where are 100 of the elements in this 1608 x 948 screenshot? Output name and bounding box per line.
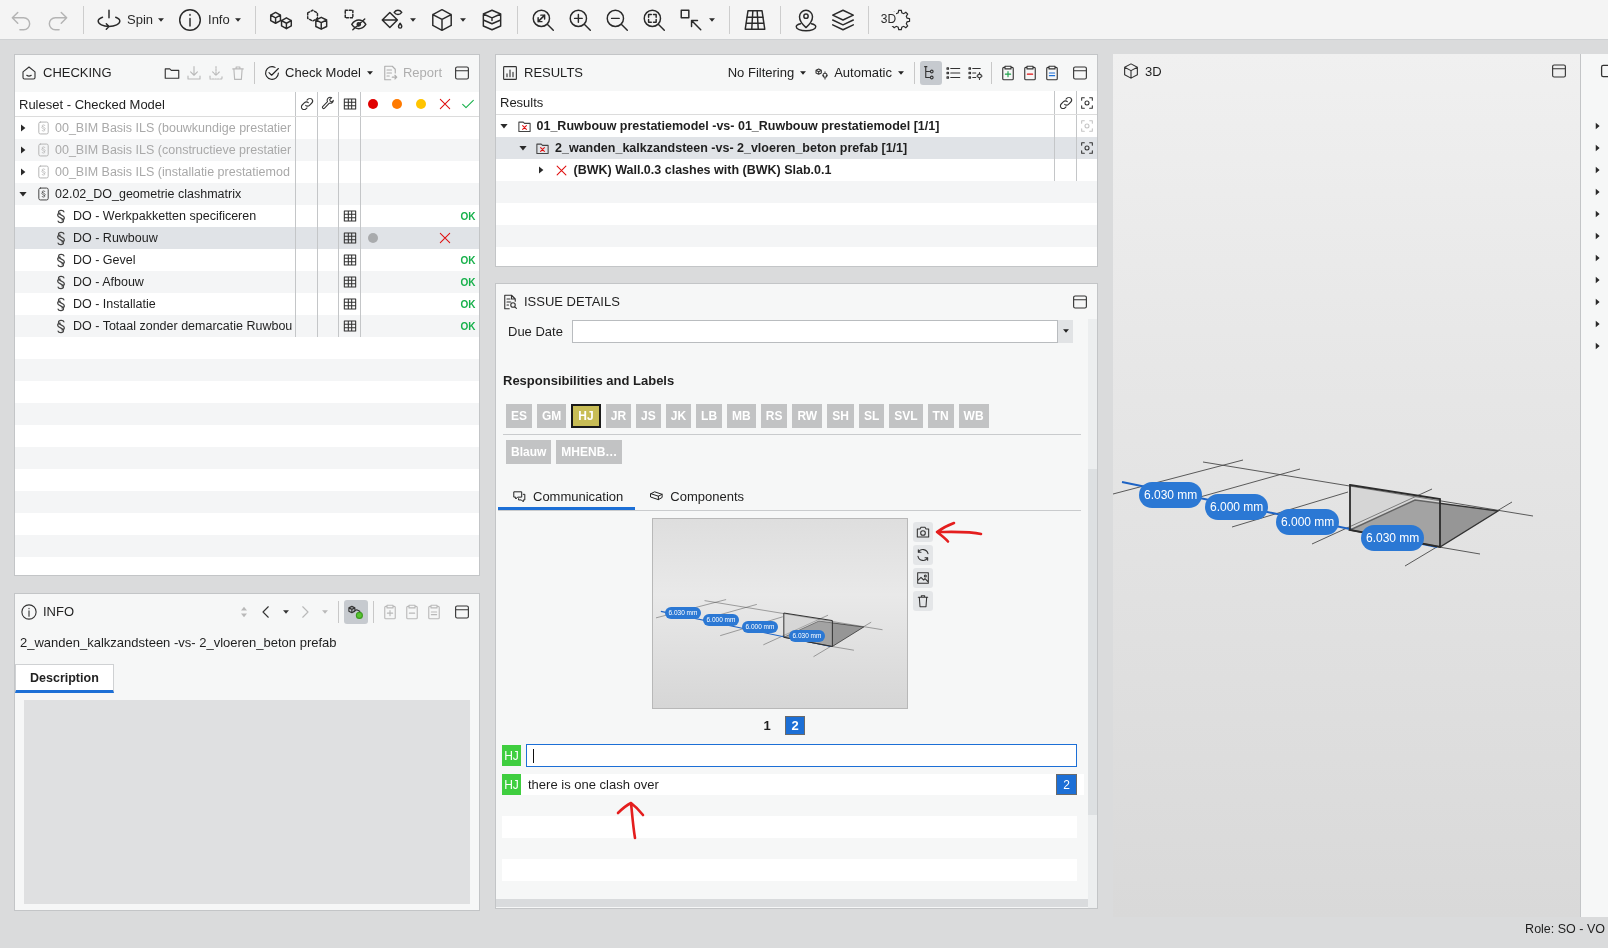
ruleset-name: 00_BIM Basis ILS (constructieve prestatier	[55, 143, 292, 157]
rule-row[interactable]: DO - Afbouw OK	[15, 271, 479, 293]
section-sign-icon	[56, 207, 66, 225]
measurement-label: 6.000 mm	[1205, 494, 1269, 520]
folder-cross-icon	[516, 118, 532, 134]
caret-icon[interactable]	[1594, 320, 1601, 328]
rule-name: DO - Ruwbouw	[73, 231, 158, 245]
ok-status: OK	[460, 210, 476, 222]
rule-name: DO - Afbouw	[73, 275, 144, 289]
dashed-download-icon	[207, 63, 226, 82]
section-sign-icon	[56, 273, 66, 291]
caret-icon[interactable]	[1594, 342, 1601, 350]
window-icon	[453, 602, 471, 621]
spin-button[interactable]: Spin	[93, 3, 170, 36]
caret-icon[interactable]	[1594, 188, 1601, 196]
rule-row[interactable]: DO - Ruwbouw	[15, 227, 479, 249]
result-group-row[interactable]: 2_wanden_kalkzandsteen -vs- 2_vloeren_beton prefab [1/1]	[496, 137, 1097, 159]
comment-input[interactable]	[526, 744, 1077, 767]
download-icon	[185, 63, 204, 82]
check-model-button[interactable]: Check Model	[260, 60, 378, 85]
table-icon[interactable]	[341, 318, 358, 334]
role-label: Role: SO - VO	[1525, 922, 1605, 936]
info-button[interactable]: Info	[174, 3, 246, 36]
page-reference[interactable]: 2	[1056, 774, 1077, 795]
user-initials: HJ	[502, 745, 521, 766]
image-button[interactable]	[912, 568, 933, 588]
communication-tab[interactable]: Communication	[498, 486, 636, 510]
due-date-field[interactable]	[572, 319, 1058, 343]
panel-title: INFO	[43, 604, 75, 619]
info-icon	[177, 6, 204, 33]
measurement-label: 6.030 mm	[1361, 525, 1425, 551]
result-name: 2_wanden_kalkzandsteen -vs- 2_vloeren_beton prefab [1/1]	[555, 141, 908, 155]
panel-title: 3D	[1145, 63, 1162, 79]
user-initials: HJ	[502, 774, 521, 795]
ok-status: OK	[460, 298, 476, 310]
components-tab[interactable]: Components	[635, 486, 757, 510]
table-icon[interactable]	[341, 274, 358, 290]
caret-icon[interactable]	[1594, 166, 1601, 174]
caret-icon[interactable]	[1594, 122, 1601, 130]
dropdown-button[interactable]	[1058, 319, 1073, 343]
vertical-scrollbar[interactable]	[1088, 319, 1097, 908]
caret-icon[interactable]	[1594, 276, 1601, 284]
result-name: (BWK) Wall.0.3 clashes with (BWK) Slab.0.1	[573, 163, 832, 177]
caret-icon[interactable]	[1594, 144, 1601, 152]
section-sign-icon	[56, 229, 66, 247]
table-icon[interactable]	[341, 296, 358, 312]
window-icon	[1071, 292, 1089, 311]
section-sign-icon	[56, 295, 66, 313]
caret-icon[interactable]	[1594, 298, 1601, 306]
show-in-model-button[interactable]	[344, 599, 368, 624]
image-icon	[914, 570, 931, 586]
caret-icon[interactable]	[1594, 210, 1601, 218]
delete-button[interactable]	[912, 591, 933, 611]
rule-name: DO - Werkpakketten specificeren	[73, 209, 257, 223]
clipboard-minus-icon	[1021, 63, 1039, 82]
page-button[interactable]: 1	[757, 716, 777, 735]
caret-icon[interactable]	[19, 190, 27, 198]
tree-view-button[interactable]	[920, 60, 942, 85]
comment-text: there is one clash over	[528, 777, 660, 792]
ruleset-name: 02.02_DO_geometrie clashmatrix	[55, 187, 242, 201]
camera-button[interactable]	[912, 522, 933, 542]
ruleset-icon	[36, 120, 51, 136]
due-date-label: Due Date	[508, 323, 564, 339]
folder-cross-icon	[535, 140, 550, 156]
chat-icon	[512, 489, 527, 504]
table-icon	[341, 96, 358, 112]
ruleset-icon	[36, 164, 51, 180]
mode-dropdown[interactable]: Automatic	[811, 60, 909, 85]
rule-name: DO - Totaal zonder demarcatie Ruwbou	[73, 319, 293, 333]
section-title: Responsibilities and Labels	[503, 372, 676, 389]
rule-row[interactable]: DO - Totaal zonder demarcatie Ruwbou OK	[15, 315, 479, 337]
refresh-button[interactable]	[912, 545, 933, 565]
caret-icon[interactable]	[1594, 232, 1601, 240]
clipboard-minus-icon	[403, 602, 421, 621]
cross-icon	[437, 96, 453, 112]
caret-icon[interactable]	[537, 166, 545, 174]
focus-button[interactable]	[1078, 139, 1096, 157]
table-icon[interactable]	[341, 208, 358, 224]
rule-name: DO - Installatie	[73, 297, 156, 311]
wrench-icon	[320, 96, 336, 112]
horizontal-scrollbar[interactable]	[496, 899, 1088, 907]
clipboard-list-icon	[425, 602, 443, 621]
annotation-arrow-icon	[615, 800, 646, 840]
refresh-icon	[914, 547, 931, 563]
measurement-label: 6.030 mm	[1139, 482, 1203, 508]
ok-status: OK	[460, 276, 476, 288]
caret-icon[interactable]	[518, 144, 527, 152]
ruleset-row[interactable]: 02.02_DO_geometrie clashmatrix	[15, 183, 479, 205]
column-header: Ruleset - Checked Model	[19, 96, 165, 112]
caret-icon[interactable]	[1594, 254, 1601, 262]
document-search-icon	[501, 292, 519, 311]
table-icon[interactable]	[341, 230, 358, 246]
caret-icon[interactable]	[500, 122, 508, 130]
table-icon[interactable]	[341, 252, 358, 268]
description-tab[interactable]: Description	[15, 664, 114, 693]
section-sign-icon	[56, 251, 66, 269]
filter-dropdown[interactable]: No Filtering	[724, 60, 812, 85]
view-settings-button[interactable]: 3D	[877, 3, 914, 36]
window-icon[interactable]	[1600, 63, 1608, 79]
page-button[interactable]: 2	[785, 716, 805, 735]
